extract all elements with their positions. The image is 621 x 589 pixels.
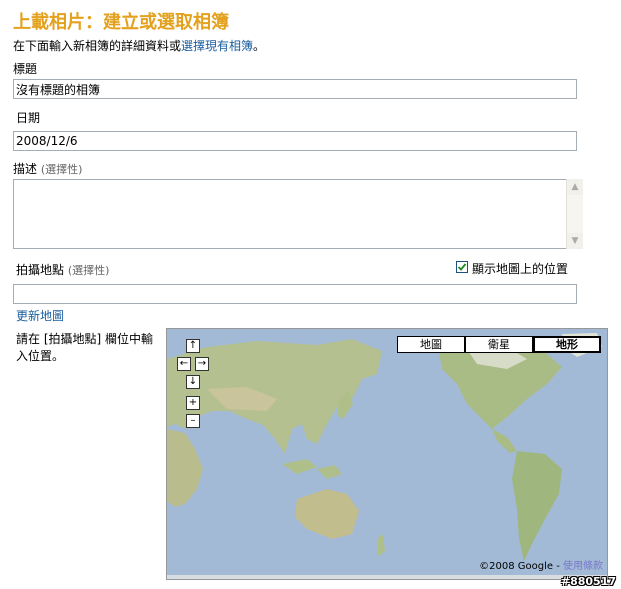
- title-input[interactable]: [13, 79, 577, 99]
- maptype-map-button[interactable]: 地圖: [397, 336, 465, 353]
- world-map-image: [167, 329, 607, 579]
- intro-text: 在下面輸入新相簿的詳細資料或: [13, 39, 182, 53]
- description-optional: (選擇性): [40, 163, 83, 176]
- pan-down-button[interactable]: ↓: [186, 375, 200, 389]
- update-map-link[interactable]: 更新地圖: [16, 307, 64, 324]
- intro-line: 在下面輸入新相簿的詳細資料或選擇現有相簿。: [13, 37, 265, 54]
- location-label-row: 拍攝地點 (選擇性): [16, 261, 109, 278]
- image-id-badge: #880517: [560, 575, 616, 588]
- location-label: 拍攝地點: [16, 263, 65, 277]
- description-label-row: 描述 (選擇性): [13, 160, 82, 177]
- scroll-down-icon[interactable]: ▼: [567, 233, 583, 249]
- choose-existing-album-link[interactable]: 選擇現有相簿: [181, 39, 253, 53]
- pan-right-button[interactable]: →: [195, 357, 209, 371]
- pan-up-button[interactable]: ↑: [186, 339, 200, 353]
- zoom-out-button[interactable]: –: [186, 414, 200, 428]
- pan-left-button[interactable]: ←: [177, 357, 191, 371]
- map-copyright: ©2008 Google - 使用條款: [479, 557, 603, 572]
- title-label: 標題: [13, 62, 38, 76]
- map-hint: 請在 [拍攝地點] 欄位中輸入位置。: [16, 332, 153, 363]
- description-textarea[interactable]: [13, 179, 583, 249]
- terms-of-use-link[interactable]: 使用條款: [563, 561, 603, 572]
- date-label: 日期: [16, 111, 41, 125]
- date-input[interactable]: [13, 131, 577, 151]
- scroll-up-icon[interactable]: ▲: [567, 179, 583, 195]
- intro-end: 。: [253, 39, 266, 53]
- page-title: 上載相片：建立或選取相簿: [13, 12, 229, 33]
- description-scrollbar[interactable]: ▲ ▼: [566, 179, 583, 249]
- zoom-in-button[interactable]: +: [186, 396, 200, 410]
- description-label: 描述: [13, 162, 38, 176]
- checkmark-icon: [457, 263, 467, 271]
- show-map-label: 顯示地圖上的位置: [472, 262, 569, 276]
- location-optional: (選擇性): [67, 264, 110, 277]
- location-input[interactable]: [13, 284, 577, 304]
- maptype-satellite-button[interactable]: 衛星: [465, 336, 533, 353]
- map-view[interactable]: ↑ ← → ↓ + – 地圖 衛星 地形 ©2008 Google - 使用條款: [166, 328, 608, 580]
- show-map-checkbox[interactable]: [456, 261, 468, 273]
- maptype-terrain-button[interactable]: 地形: [533, 336, 601, 353]
- copyright-text: ©2008 Google -: [479, 561, 563, 572]
- description-box: ▲ ▼: [13, 179, 583, 249]
